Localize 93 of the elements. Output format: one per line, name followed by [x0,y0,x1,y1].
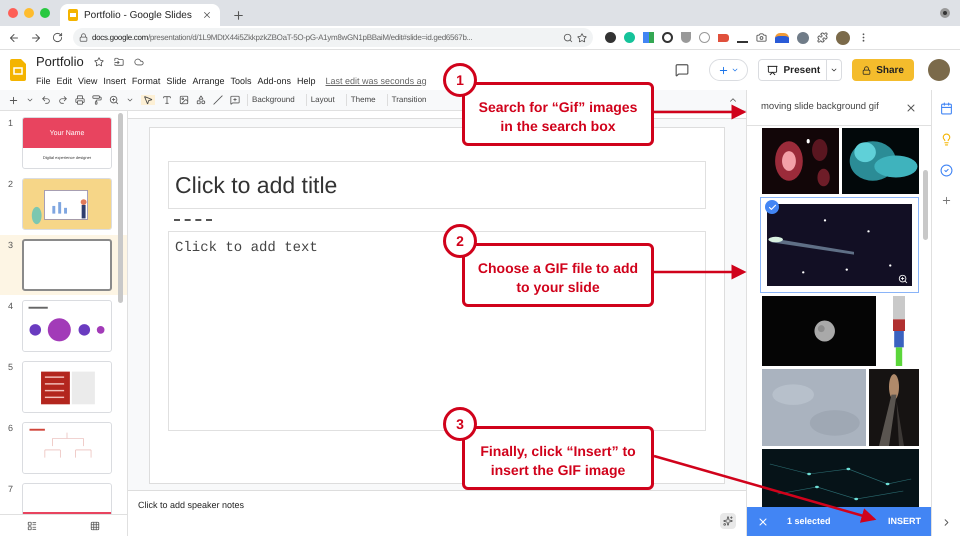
toolbar-button[interactable]: Layout [306,94,339,106]
explore-icon[interactable] [720,513,736,529]
menu-item[interactable]: Format [132,74,160,88]
cancel-icon[interactable] [757,516,769,528]
megaphone-icon[interactable] [718,34,729,42]
search-icon[interactable] [563,32,573,42]
menu-item[interactable]: Edit [56,74,72,88]
cloud-icon[interactable] [134,56,144,67]
add-icon[interactable] [8,94,19,106]
extension-icon[interactable] [605,32,616,43]
grid-view-icon[interactable] [90,520,100,530]
dash-line [174,219,212,221]
extension-icon[interactable] [662,32,673,43]
close-icon[interactable] [905,102,917,114]
close-tab-icon[interactable] [202,10,212,20]
speaker-notes-field[interactable]: Click to add speaker notes [138,499,244,512]
add-icon[interactable] [940,195,952,206]
lock-icon [862,66,872,74]
caret-icon[interactable] [126,96,134,104]
selected-gif-result[interactable] [760,197,919,293]
paint-roller-icon[interactable] [92,95,102,105]
insert-button[interactable]: INSERT [884,514,925,528]
menu-item[interactable]: File [36,74,51,88]
slides-icon [68,9,78,21]
menu-item[interactable]: Help [297,74,316,88]
image-icon[interactable] [179,95,189,105]
slides-logo [10,59,26,81]
slide-number: 2 [8,178,14,191]
camera-icon[interactable] [756,32,767,43]
filmstrip-view-icon[interactable] [26,520,37,530]
comment-add-icon[interactable] [230,95,240,105]
avatar[interactable] [836,30,850,44]
extension-icon[interactable] [775,32,789,42]
star-icon[interactable] [577,32,587,42]
present-button[interactable]: Present [758,59,842,81]
callout-text: Search for “Gif” images in the search box [478,98,638,136]
share-button[interactable]: Share [852,59,914,81]
slide-number: 1 [8,117,14,130]
star-icon[interactable] [94,56,104,67]
comments-icon[interactable] [674,63,689,77]
shapes-icon[interactable] [196,95,206,105]
search-field[interactable]: moving slide background gif [761,100,879,115]
scrollbar[interactable] [118,113,123,303]
slide-thumbnail[interactable] [22,239,112,291]
address-bar[interactable]: docs.google.com/presentation/d/1L9MDtX44i5ZkkpzkZBOaT-5O-pG-A1ym8wGN1pBBaiM/edit#slide=id.ged6567b... [73,28,593,47]
caret-icon [730,66,739,74]
shield-icon[interactable] [681,32,691,43]
step-number: 1 [443,63,477,97]
menu-item[interactable]: Tools [230,74,252,88]
document-title[interactable]: Portfolio [36,52,84,72]
browser-tab[interactable]: Portfolio - Google Slides [60,4,220,26]
check-icon [765,200,779,214]
slide-number: 4 [8,300,14,313]
callout-text: Choose a GIF file to add to your slide [476,259,640,297]
menu-item[interactable]: Slide [166,74,186,88]
folder-icon[interactable] [114,56,124,67]
puzzle-icon[interactable] [817,32,828,43]
callout-text: Finally, click “Insert” to insert the GIF image [479,442,637,480]
title-placeholder[interactable]: Click to add title [168,161,706,209]
toolbar-button[interactable]: Transition [386,94,430,106]
last-edit-link[interactable]: Last edit was seconds ag [326,74,427,88]
back-icon[interactable] [8,32,20,44]
new-tab-icon[interactable] [232,8,245,22]
redo-icon[interactable] [58,95,68,105]
print-icon[interactable] [75,95,85,105]
calendar-icon[interactable] [940,102,952,115]
plus-icon [718,64,729,76]
slide-number: 5 [8,361,14,374]
selection-count: 1 selected [787,514,832,528]
zoom-icon[interactable] [109,95,119,105]
menu-item[interactable]: Add-ons [257,74,292,88]
slide-number: 6 [8,422,14,435]
slide-number: 3 [8,239,14,252]
caret-icon[interactable] [26,96,34,104]
line-icon[interactable] [213,95,223,105]
undo-icon[interactable] [41,95,51,105]
menu-item[interactable]: Insert [103,74,126,88]
url-text: docs.google.com/presentation/d/1L9MDtX44i5ZkkpzkZBOaT-5O-pG-A1ym8wGN1pBBaiM/edit#slide=id.ged6567b... [92,32,474,44]
scrollbar[interactable] [923,170,928,240]
select-tool-icon[interactable] [141,95,155,105]
forward-icon[interactable] [30,32,42,44]
tasks-icon[interactable] [940,164,952,177]
menu-item[interactable]: View [78,74,98,88]
reload-icon[interactable] [52,32,63,43]
present-icon [766,64,778,76]
avatar[interactable] [928,59,950,81]
slide-number: 7 [8,483,14,496]
text-box-icon[interactable] [162,95,172,105]
lock-icon [79,33,88,42]
toolbar-button[interactable]: Background [247,94,299,106]
toolbar-button[interactable]: Theme [346,94,380,106]
menu-item[interactable]: Arrange [192,74,224,88]
tab-title: Portfolio - Google Slides [84,8,193,22]
